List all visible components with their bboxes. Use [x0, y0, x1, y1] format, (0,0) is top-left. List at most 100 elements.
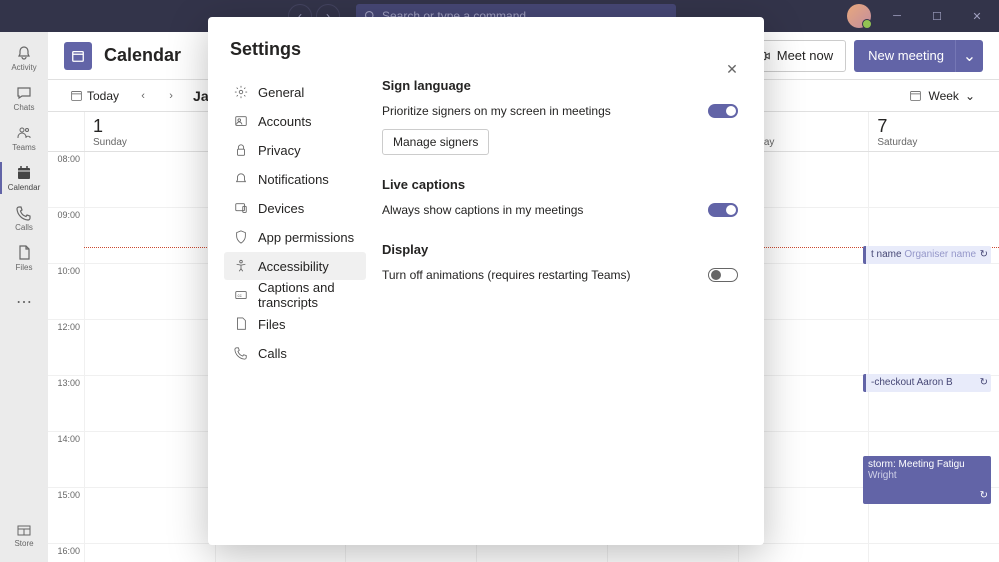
rail-calendar[interactable]: Calendar: [0, 158, 48, 198]
rail-files[interactable]: Files: [0, 238, 48, 278]
section-live-captions: Live captions Always show captions in my…: [382, 177, 738, 220]
chat-icon: [16, 85, 32, 101]
week-label: Week: [928, 89, 958, 103]
window-maximize-button[interactable]: ☐: [923, 2, 951, 30]
rail-label: Teams: [12, 143, 36, 152]
nav-calls[interactable]: Calls: [224, 339, 366, 367]
new-meeting-dropdown[interactable]: ⌄: [955, 40, 983, 72]
prioritize-signers-toggle[interactable]: [708, 104, 738, 118]
nav-label: Calls: [258, 346, 287, 361]
section-title: Sign language: [382, 78, 738, 93]
rail-label: Activity: [11, 63, 36, 72]
calendar-app-icon: [64, 42, 92, 70]
rail-label: Calls: [15, 223, 33, 232]
today-button[interactable]: Today: [64, 85, 125, 107]
chevron-down-icon: ⌄: [963, 46, 976, 66]
nav-accounts[interactable]: Accounts: [224, 107, 366, 135]
settings-content: Sign language Prioritize signers on my s…: [374, 76, 764, 545]
user-avatar[interactable]: [847, 4, 871, 28]
section-display: Display Turn off animations (requires re…: [382, 242, 738, 285]
rail-label: Chats: [14, 103, 35, 112]
phone-icon: [16, 205, 32, 221]
nav-label: General: [258, 85, 304, 100]
meet-now-label: Meet now: [777, 48, 833, 63]
manage-signers-label: Manage signers: [393, 135, 478, 149]
always-show-captions-toggle[interactable]: [708, 203, 738, 217]
nav-captions[interactable]: cc Captions and transcripts: [224, 281, 366, 309]
window-close-button[interactable]: ✕: [963, 2, 991, 30]
bell-icon: [16, 45, 32, 61]
day-header[interactable]: 1Sunday: [84, 112, 215, 151]
window-minimize-button[interactable]: ─: [883, 2, 911, 30]
time-label: 14:00: [48, 432, 84, 487]
rail-label: Calendar: [8, 183, 40, 192]
nav-files[interactable]: Files: [224, 310, 366, 338]
nav-label: Captions and transcripts: [258, 280, 356, 310]
captions-icon: cc: [234, 288, 248, 302]
nav-app-permissions[interactable]: App permissions: [224, 223, 366, 251]
time-label: 08:00: [48, 152, 84, 207]
setting-label: Turn off animations (requires restarting…: [382, 268, 631, 282]
nav-notifications[interactable]: Notifications: [224, 165, 366, 193]
recurring-icon: ↻: [980, 249, 988, 260]
more-icon: ⋯: [16, 292, 32, 312]
nav-label: Privacy: [258, 143, 301, 158]
next-week-button[interactable]: ›: [161, 86, 181, 106]
nav-label: Accounts: [258, 114, 311, 129]
rail-teams[interactable]: Teams: [0, 118, 48, 158]
rail-chats[interactable]: Chats: [0, 78, 48, 118]
turn-off-animations-toggle[interactable]: [708, 268, 738, 282]
teams-icon: [16, 125, 32, 141]
phone-icon: [234, 346, 248, 360]
settings-title: Settings: [208, 39, 764, 76]
calendar-icon: [16, 165, 32, 181]
rail-more-button[interactable]: ⋯: [0, 282, 48, 322]
recurring-icon: ↻: [980, 490, 988, 501]
close-button[interactable]: ✕: [722, 59, 742, 79]
prev-week-button[interactable]: ‹: [133, 86, 153, 106]
nav-general[interactable]: General: [224, 78, 366, 106]
setting-label: Always show captions in my meetings: [382, 203, 583, 217]
chevron-down-icon: ⌄: [965, 89, 975, 103]
setting-label: Prioritize signers on my screen in meeti…: [382, 104, 611, 118]
calendar-small-icon: [70, 89, 83, 102]
rail-store[interactable]: Store: [0, 514, 48, 554]
time-label: 12:00: [48, 320, 84, 375]
nav-label: Notifications: [258, 172, 329, 187]
file-icon: [16, 245, 32, 261]
rail-calls[interactable]: Calls: [0, 198, 48, 238]
nav-label: App permissions: [258, 230, 354, 245]
calendar-event[interactable]: t name Organiser name ↻: [863, 246, 991, 264]
close-icon: ✕: [726, 61, 738, 78]
accessibility-icon: [234, 259, 248, 273]
settings-dialog: Settings ✕ General Accounts Privacy Noti…: [208, 17, 764, 545]
rail-activity[interactable]: Activity: [0, 38, 48, 78]
nav-label: Accessibility: [258, 259, 329, 274]
time-label: 09:00: [48, 208, 84, 263]
rail-label: Store: [14, 539, 33, 548]
calendar-small-icon: [909, 89, 922, 102]
file-icon: [234, 317, 248, 331]
view-picker[interactable]: Week ⌄: [901, 85, 983, 107]
section-title: Live captions: [382, 177, 738, 192]
time-label: 16:00: [48, 544, 84, 562]
new-meeting-button[interactable]: New meeting: [854, 40, 958, 72]
nav-label: Files: [258, 317, 285, 332]
settings-nav: General Accounts Privacy Notifications D…: [208, 76, 374, 545]
day-header[interactable]: 7Saturday: [868, 112, 999, 151]
calendar-event[interactable]: -checkout Aaron B ↻: [863, 374, 991, 392]
nav-devices[interactable]: Devices: [224, 194, 366, 222]
time-label: 10:00: [48, 264, 84, 319]
time-label: 13:00: [48, 376, 84, 431]
time-label: 15:00: [48, 488, 84, 543]
calendar-event[interactable]: storm: Meeting FatiguWright ↻: [863, 456, 991, 504]
nav-privacy[interactable]: Privacy: [224, 136, 366, 164]
nav-accessibility[interactable]: Accessibility: [224, 252, 366, 280]
bell-icon: [234, 172, 248, 186]
gear-icon: [234, 85, 248, 99]
person-icon: [234, 114, 248, 128]
section-title: Display: [382, 242, 738, 257]
devices-icon: [234, 201, 248, 215]
manage-signers-button[interactable]: Manage signers: [382, 129, 489, 155]
shield-icon: [234, 230, 248, 244]
